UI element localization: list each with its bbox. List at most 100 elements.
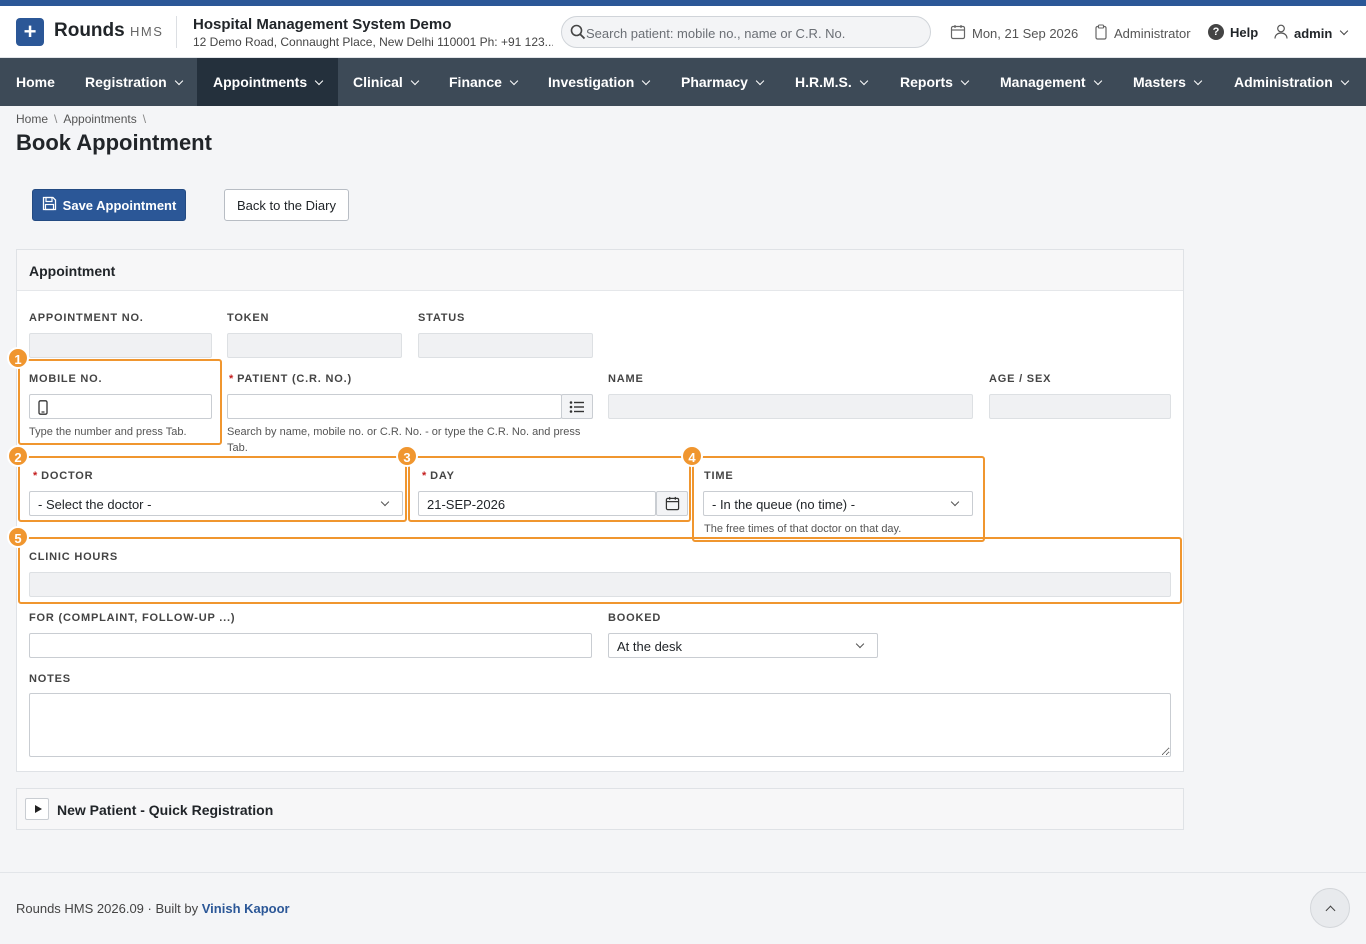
main-nav: Home Registration Appointments Clinical …: [0, 58, 1366, 106]
token-label: TOKEN: [227, 312, 270, 324]
header-divider: [176, 16, 177, 48]
chevron-down-icon: [755, 76, 765, 86]
notes-textarea[interactable]: [29, 693, 1171, 757]
nav-reports[interactable]: Reports: [884, 58, 984, 106]
user-menu[interactable]: admin: [1274, 24, 1349, 42]
nav-investigation[interactable]: Investigation: [532, 58, 665, 106]
author-link[interactable]: Vinish Kapoor: [202, 901, 290, 916]
notes-label: NOTES: [29, 673, 71, 685]
breadcrumb-home[interactable]: Home: [16, 112, 48, 126]
card-title: Appointment: [29, 263, 116, 279]
chevron-down-icon: [314, 76, 324, 86]
nav-masters[interactable]: Masters: [1117, 58, 1217, 106]
day-field[interactable]: 21-SEP-2026: [418, 491, 656, 516]
chevron-down-icon: [1340, 26, 1349, 36]
page-title: Book Appointment: [16, 130, 212, 155]
brand-name[interactable]: Rounds: [54, 20, 125, 42]
mobile-label: MOBILE NO.: [29, 373, 103, 385]
user-icon: [1274, 24, 1288, 42]
booked-select-value: At the desk: [617, 639, 683, 654]
patient-search[interactable]: [561, 16, 931, 48]
chevron-down-icon: [380, 497, 390, 507]
nav-administration[interactable]: Administration: [1218, 58, 1364, 106]
doctor-label: * DOCTOR: [33, 470, 94, 482]
patient-list-button[interactable]: [561, 394, 593, 419]
date-text: Mon, 21 Sep 2026: [972, 26, 1079, 41]
list-icon: [569, 400, 585, 417]
doctor-select-value: - Select the doctor -: [38, 497, 152, 512]
nav-appointments[interactable]: Appointments: [197, 58, 339, 106]
appointment-no-field: [29, 333, 212, 358]
search-input[interactable]: [586, 22, 916, 44]
nav-hrms[interactable]: H.R.M.S.: [779, 58, 883, 106]
footer: Rounds HMS 2026.09 · Built by Vinish Kap…: [0, 872, 1366, 944]
quick-registration-toggle[interactable]: [25, 798, 49, 820]
name-label: NAME: [608, 373, 644, 385]
chevron-down-icon: [509, 76, 519, 86]
chevron-down-icon: [859, 76, 869, 86]
nav-finance[interactable]: Finance: [433, 58, 533, 106]
callout-badge-2: 2: [7, 445, 29, 467]
card-header: Appointment: [17, 250, 1183, 291]
save-label: Save Appointment: [62, 197, 177, 213]
doctor-select[interactable]: - Select the doctor -: [29, 491, 403, 516]
chevron-down-icon: [1093, 76, 1102, 86]
token-field: [227, 333, 402, 358]
chevron-down-icon: [950, 497, 960, 507]
nav-management[interactable]: Management: [984, 58, 1117, 106]
mobile-phone-icon: [38, 400, 48, 418]
search-icon: [570, 24, 586, 43]
plus-logo-icon: +: [16, 18, 44, 46]
save-appointment-button[interactable]: Save Appointment: [32, 189, 186, 221]
user-name: admin: [1294, 25, 1333, 41]
chevron-down-icon: [960, 76, 970, 86]
age-sex-field: [989, 394, 1171, 419]
time-select[interactable]: - In the queue (no time) -: [703, 491, 973, 516]
name-field: [608, 394, 973, 419]
patient-cr-field[interactable]: [227, 394, 562, 419]
top-header: + Rounds HMS Hospital Management System …: [0, 6, 1366, 58]
footer-text: Rounds HMS 2026.09 · Built by Vinish Kap…: [16, 901, 290, 916]
help-icon: ?: [1208, 24, 1224, 40]
status-field: [418, 333, 593, 358]
nav-home[interactable]: Home: [0, 58, 71, 106]
booked-label: BOOKED: [608, 612, 662, 624]
nav-registration[interactable]: Registration: [69, 58, 198, 106]
chevron-down-icon: [1340, 76, 1350, 86]
chevron-down-icon: [410, 76, 420, 86]
status-label: STATUS: [418, 312, 466, 324]
for-field[interactable]: [29, 633, 592, 658]
save-icon: [42, 196, 57, 214]
time-select-value: - In the queue (no time) -: [712, 497, 856, 512]
breadcrumb: Home \ Appointments \: [16, 112, 147, 126]
callout-badge-4: 4: [681, 445, 703, 467]
chevron-down-icon: [642, 76, 651, 86]
clipboard-icon: [1094, 24, 1108, 43]
date-display: Mon, 21 Sep 2026: [950, 24, 1078, 43]
chevron-down-icon: [174, 76, 183, 86]
quick-registration-title[interactable]: New Patient - Quick Registration: [57, 802, 273, 818]
scroll-to-top-button[interactable]: [1310, 888, 1350, 928]
time-help: The free times of that doctor on that da…: [704, 523, 902, 535]
nav-clinical[interactable]: Clinical: [337, 58, 434, 106]
mobile-field[interactable]: [29, 394, 212, 419]
callout-badge-1: 1: [7, 347, 29, 369]
org-address: 12 Demo Road, Connaught Place, New Delhi…: [193, 35, 553, 49]
booked-select[interactable]: At the desk: [608, 633, 878, 658]
appointment-no-label: APPOINTMENT NO.: [29, 312, 144, 324]
day-calendar-button[interactable]: [656, 491, 688, 516]
day-value: 21-SEP-2026: [427, 497, 506, 512]
callout-badge-5: 5: [7, 526, 29, 548]
age-sex-label: AGE / SEX: [989, 373, 1052, 385]
breadcrumb-appointments[interactable]: Appointments: [63, 112, 136, 126]
day-label: * DAY: [422, 470, 455, 482]
chevron-down-icon: [855, 639, 865, 649]
chevron-up-icon: [1325, 905, 1336, 916]
caret-right-icon: [35, 805, 42, 813]
appointment-card: Appointment APPOINTMENT NO. TOKEN STATUS…: [16, 249, 1184, 772]
brand-sub: HMS: [130, 24, 164, 39]
nav-pharmacy[interactable]: Pharmacy: [665, 58, 779, 106]
back-to-diary-button[interactable]: Back to the Diary: [224, 189, 349, 221]
chevron-down-icon: [1193, 76, 1203, 86]
help-link[interactable]: ? Help: [1208, 24, 1258, 40]
